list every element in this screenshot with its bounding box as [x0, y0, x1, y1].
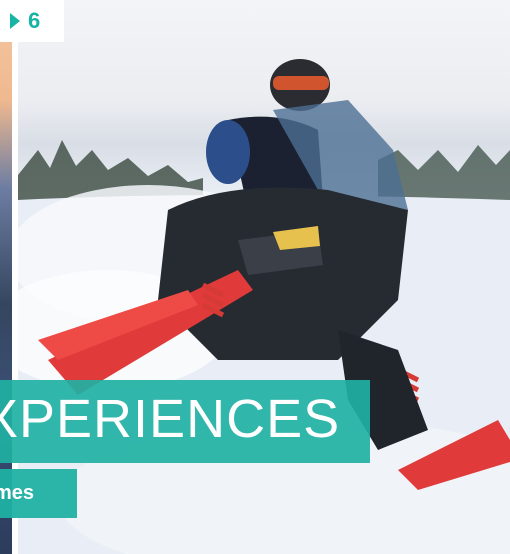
subtitle-band: mes — [0, 469, 77, 518]
snowmobile-illustration — [18, 59, 510, 554]
section-subtitle: mes — [0, 482, 35, 504]
page-spread: 6 XPERIENCES mes — [0, 0, 510, 554]
chevron-right-icon — [10, 13, 20, 29]
section-title: XPERIENCES — [0, 389, 341, 449]
snowmobile-photo — [18, 0, 510, 554]
page-number: 6 — [28, 8, 41, 33]
page-marker: 6 — [0, 0, 64, 42]
title-band: XPERIENCES — [0, 380, 370, 463]
